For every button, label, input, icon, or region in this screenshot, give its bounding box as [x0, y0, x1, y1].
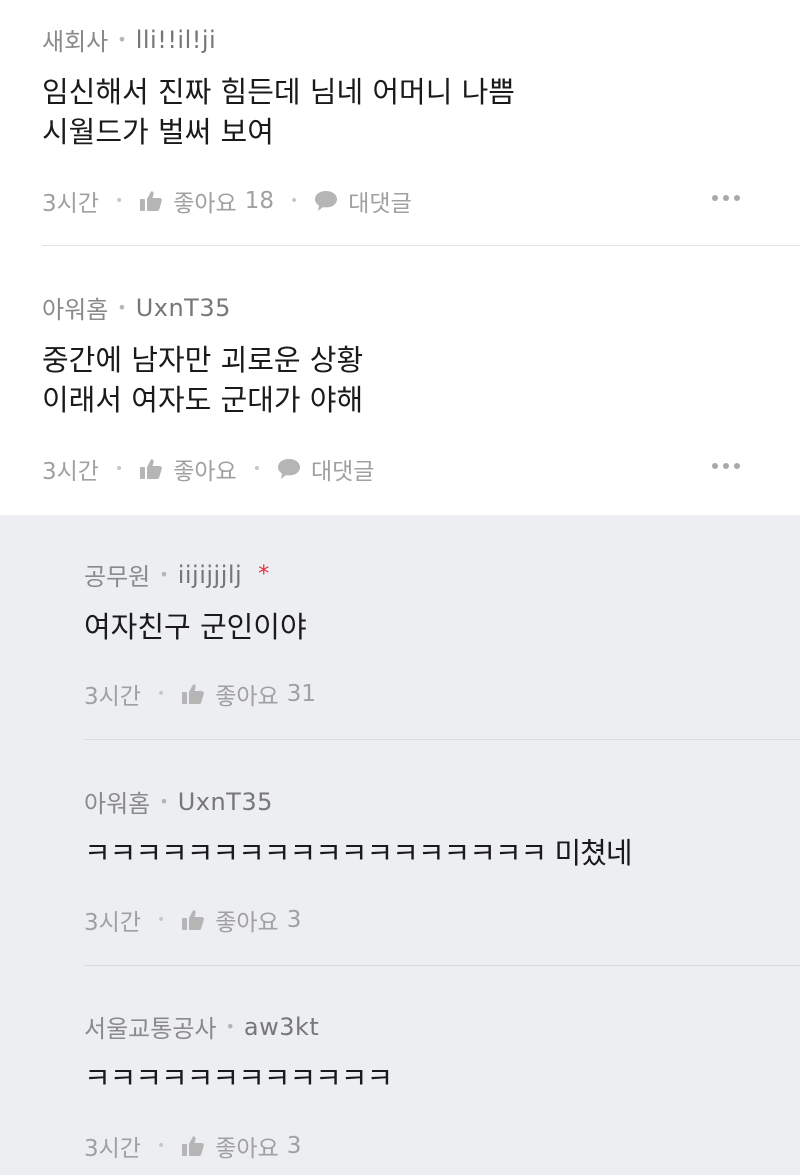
reply-actions: 3시간 • 좋아요 3 — [84, 903, 301, 937]
reply-time: 3시간 — [84, 1136, 141, 1162]
nickname: UxnT35 — [135, 293, 231, 322]
comment-author[interactable]: 아워홈 • UxnT35 — [42, 290, 231, 325]
reply-time: 3시간 — [84, 910, 141, 936]
separator-dot: • — [290, 193, 299, 209]
thumbs-up-icon — [182, 910, 205, 930]
like-count: 3 — [286, 907, 302, 933]
reply-actions: 3시간 • 좋아요 3 — [84, 1129, 301, 1163]
separator-dot: • — [225, 1017, 235, 1036]
separator-dot: • — [159, 792, 169, 811]
comment-author[interactable]: 새회사 • lli!!il!ji — [42, 22, 216, 57]
separator-dot: • — [117, 298, 127, 317]
like-count: 3 — [286, 1133, 302, 1159]
comment-time: 3시간 — [42, 459, 99, 485]
reply-button[interactable]: 대댓글 — [314, 184, 412, 218]
like-count: 18 — [244, 188, 274, 214]
thumbs-up-icon — [140, 459, 163, 479]
reply-author[interactable]: 공무원 • iijijjjlj * — [84, 557, 269, 592]
company-name: 아워홈 — [84, 790, 151, 818]
like-button[interactable]: 좋아요 18 — [139, 184, 274, 218]
thumbs-up-icon — [140, 191, 163, 211]
like-count: 31 — [286, 681, 316, 707]
separator-dot: • — [252, 461, 261, 477]
reply-label: 대댓글 — [348, 191, 412, 217]
like-button[interactable]: 좋아요 — [139, 452, 237, 486]
nickname: lli!!il!ji — [135, 25, 217, 54]
reply-label: 대댓글 — [310, 459, 375, 485]
speech-bubble-icon — [277, 459, 300, 479]
separator-dot: • — [156, 1138, 166, 1154]
comment-actions: 3시간 • 좋아요 • 대댓글 — [42, 452, 374, 486]
reply-author[interactable]: 아워홈 • UxnT35 — [84, 784, 273, 819]
nickname: aw3kt — [243, 1012, 320, 1041]
more-dots-icon[interactable] — [712, 463, 740, 469]
reply: 서울교통공사 • aw3kt ㅋㅋㅋㅋㅋㅋㅋㅋㅋㅋㅋㅋ 3시간 • 좋아요 3 — [0, 966, 800, 1175]
thumbs-up-icon — [182, 1136, 205, 1156]
reply-button[interactable]: 대댓글 — [277, 452, 374, 486]
comment: 아워홈 • UxnT35 중간에 남자만 괴로운 상황 이래서 여자도 군대가 … — [0, 246, 800, 515]
like-label: 좋아요 — [173, 459, 237, 485]
comment: 새회사 • lli!!il!ji 임신해서 진짜 힘든데 님네 어머니 나쁨 시… — [0, 0, 800, 246]
reply-text: ㅋㅋㅋㅋㅋㅋㅋㅋㅋㅋㅋㅋㅋㅋㅋㅋㅋㅋ 미쳤네 — [84, 836, 632, 870]
reply-text: ㅋㅋㅋㅋㅋㅋㅋㅋㅋㅋㅋㅋ — [84, 1061, 393, 1095]
reply: 아워홈 • UxnT35 ㅋㅋㅋㅋㅋㅋㅋㅋㅋㅋㅋㅋㅋㅋㅋㅋㅋㅋ 미쳤네 3시간 … — [0, 740, 800, 966]
speech-bubble-icon — [315, 191, 338, 211]
more-dots-icon[interactable] — [712, 195, 740, 201]
separator-dot: • — [114, 193, 124, 209]
separator-dot: • — [114, 461, 124, 477]
like-label: 좋아요 — [215, 910, 279, 936]
new-reply-marker: * — [258, 562, 270, 587]
company-name: 서울교통공사 — [84, 1015, 217, 1043]
company-name: 아워홈 — [42, 296, 109, 324]
comment-time: 3시간 — [42, 191, 99, 217]
like-button[interactable]: 좋아요 3 — [181, 1129, 301, 1163]
like-label: 좋아요 — [215, 684, 279, 710]
like-label: 좋아요 — [173, 191, 237, 217]
reply-time: 3시간 — [84, 684, 141, 710]
thumbs-up-icon — [182, 684, 205, 704]
company-name: 공무원 — [84, 563, 151, 591]
like-label: 좋아요 — [215, 1136, 279, 1162]
separator-dot: • — [156, 912, 166, 928]
reply: 공무원 • iijijjjlj * 여자친구 군인이야 3시간 • 좋아요 31 — [0, 515, 800, 740]
reply-text: 여자친구 군인이야 — [84, 610, 307, 644]
company-name: 새회사 — [42, 28, 109, 56]
reply-thread: 공무원 • iijijjjlj * 여자친구 군인이야 3시간 • 좋아요 31… — [0, 515, 800, 1175]
nickname: UxnT35 — [177, 787, 273, 816]
reply-actions: 3시간 • 좋아요 31 — [84, 677, 316, 711]
reply-author[interactable]: 서울교통공사 • aw3kt — [84, 1009, 319, 1044]
comment-text: 중간에 남자만 괴로운 상황 이래서 여자도 군대가 야해 — [42, 343, 364, 417]
comment-text: 임신해서 진짜 힘든데 님네 어머니 나쁨 시월드가 벌써 보여 — [42, 75, 515, 149]
like-button[interactable]: 좋아요 31 — [181, 677, 316, 711]
separator-dot: • — [159, 565, 169, 584]
separator-dot: • — [117, 30, 127, 49]
like-button[interactable]: 좋아요 3 — [181, 903, 301, 937]
separator-dot: • — [156, 686, 166, 702]
comment-actions: 3시간 • 좋아요 18 • 대댓글 — [42, 184, 412, 218]
nickname: iijijjjlj — [177, 560, 243, 589]
